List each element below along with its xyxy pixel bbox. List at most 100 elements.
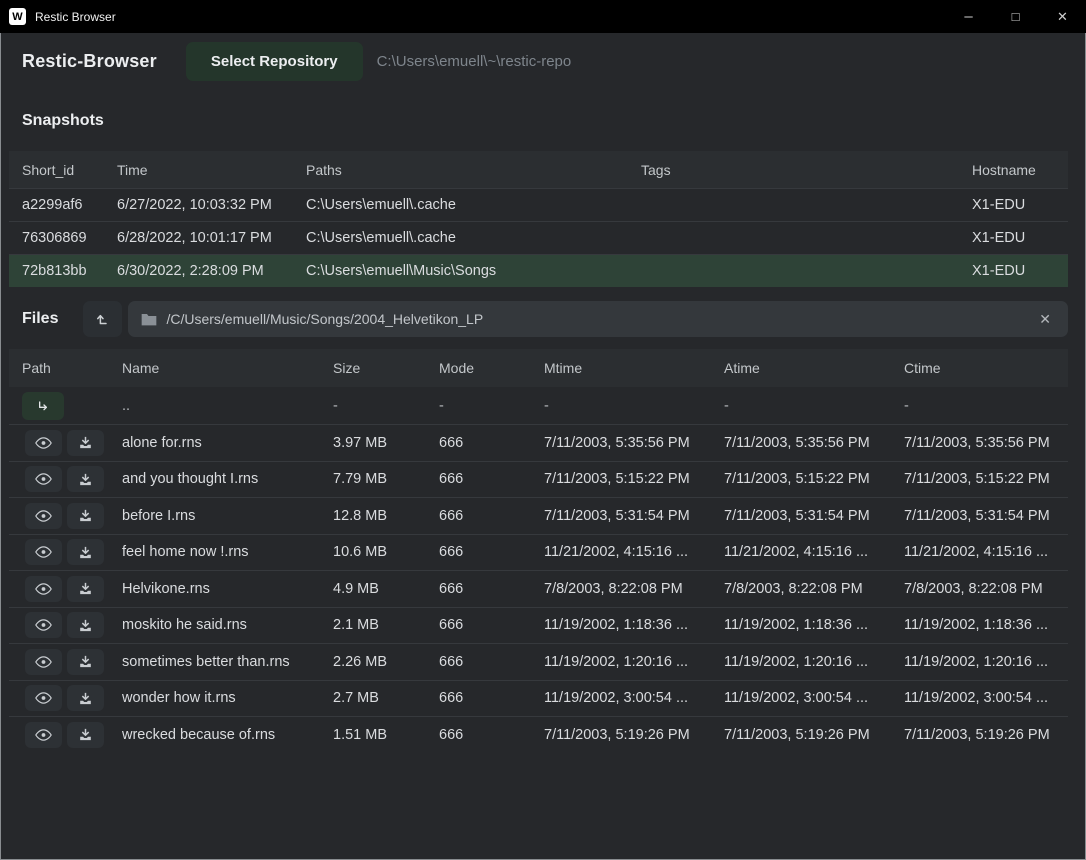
files-rows: alone for.rns 3.97 MB 666 7/11/2003, 5:3… — [9, 424, 1068, 753]
parent-dir-mode: - — [439, 398, 544, 414]
maximize-button[interactable]: □ — [992, 0, 1039, 33]
file-size: 12.8 MB — [333, 508, 439, 524]
download-icon — [78, 545, 93, 560]
file-atime: 7/8/2003, 8:22:08 PM — [724, 581, 904, 597]
parent-dir-ctime: - — [904, 398, 1068, 414]
snapshots-table: Short_id Time Paths Tags Hostname a2299a… — [9, 151, 1068, 287]
eye-icon — [34, 436, 53, 450]
file-size: 4.9 MB — [333, 581, 439, 597]
file-atime: 7/11/2003, 5:15:22 PM — [724, 471, 904, 487]
snapshots-rows: a2299af6 6/27/2022, 10:03:32 PM C:\Users… — [9, 188, 1068, 287]
app-icon: W — [9, 8, 26, 25]
download-file-button[interactable] — [67, 430, 104, 456]
snapshot-paths: C:\Users\emuell\Music\Songs — [306, 263, 641, 279]
file-atime: 7/11/2003, 5:31:54 PM — [724, 508, 904, 524]
column-header-mode: Mode — [439, 360, 544, 376]
file-mode: 666 — [439, 654, 544, 670]
go-parent-button[interactable] — [22, 392, 64, 420]
file-row: Helvikone.rns 4.9 MB 666 7/8/2003, 8:22:… — [9, 570, 1068, 607]
file-mtime: 7/8/2003, 8:22:08 PM — [544, 581, 724, 597]
file-row: alone for.rns 3.97 MB 666 7/11/2003, 5:3… — [9, 424, 1068, 461]
file-row: before I.rns 12.8 MB 666 7/11/2003, 5:31… — [9, 497, 1068, 534]
eye-icon — [34, 545, 53, 559]
folder-icon — [141, 312, 157, 326]
repository-path: C:\Users\emuell\~\restic-repo — [377, 53, 572, 70]
snapshot-short-id: 76306869 — [22, 230, 117, 246]
snapshot-row[interactable]: a2299af6 6/27/2022, 10:03:32 PM C:\Users… — [9, 188, 1068, 221]
file-mtime: 7/11/2003, 5:19:26 PM — [544, 727, 724, 743]
download-icon — [78, 581, 93, 596]
file-mode: 666 — [439, 508, 544, 524]
snapshots-title: Snapshots — [22, 112, 1064, 132]
app-header: Restic-Browser Select Repository C:\User… — [1, 33, 1085, 90]
file-ctime: 7/8/2003, 8:22:08 PM — [904, 581, 1068, 597]
snapshots-table-header: Short_id Time Paths Tags Hostname — [9, 151, 1068, 188]
select-repository-button[interactable]: Select Repository — [186, 42, 363, 81]
file-mode: 666 — [439, 471, 544, 487]
file-ctime: 7/11/2003, 5:15:22 PM — [904, 471, 1068, 487]
file-row: wonder how it.rns 2.7 MB 666 11/19/2002,… — [9, 680, 1068, 717]
download-file-button[interactable] — [67, 649, 104, 675]
clear-path-button[interactable]: ✕ — [1035, 309, 1055, 330]
minimize-button[interactable]: – — [945, 0, 992, 33]
close-button[interactable]: ✕ — [1039, 0, 1086, 33]
file-mtime: 7/11/2003, 5:15:22 PM — [544, 471, 724, 487]
parent-dir-size: - — [333, 398, 439, 414]
column-header-atime: Atime — [724, 360, 904, 376]
download-file-button[interactable] — [67, 503, 104, 529]
file-atime: 7/11/2003, 5:35:56 PM — [724, 435, 904, 451]
preview-file-button[interactable] — [25, 612, 62, 638]
snapshot-short-id: 72b813bb — [22, 263, 117, 279]
file-atime: 11/19/2002, 3:00:54 ... — [724, 690, 904, 706]
download-icon — [78, 691, 93, 706]
path-breadcrumb[interactable]: /C/Users/emuell/Music/Songs/2004_Helveti… — [128, 301, 1068, 337]
download-icon — [78, 435, 93, 450]
preview-file-button[interactable] — [25, 503, 62, 529]
file-atime: 7/11/2003, 5:19:26 PM — [724, 727, 904, 743]
file-mode: 666 — [439, 727, 544, 743]
snapshot-row[interactable]: 72b813bb 6/30/2022, 2:28:09 PM C:\Users\… — [9, 254, 1068, 287]
eye-icon — [34, 618, 53, 632]
current-path: /C/Users/emuell/Music/Songs/2004_Helveti… — [166, 311, 483, 327]
column-header-time: Time — [117, 162, 306, 178]
preview-file-button[interactable] — [25, 685, 62, 711]
file-size: 3.97 MB — [333, 435, 439, 451]
download-file-button[interactable] — [67, 576, 104, 602]
files-table-header: Path Name Size Mode Mtime Atime Ctime — [9, 349, 1068, 387]
preview-file-button[interactable] — [25, 430, 62, 456]
download-icon — [78, 618, 93, 633]
file-size: 1.51 MB — [333, 727, 439, 743]
file-mtime: 7/11/2003, 5:35:56 PM — [544, 435, 724, 451]
download-file-button[interactable] — [67, 722, 104, 748]
app-window: W Restic Browser – □ ✕ Restic-Browser Se… — [0, 0, 1086, 860]
path-up-button[interactable] — [83, 301, 122, 337]
titlebar: W Restic Browser – □ ✕ — [0, 0, 1086, 33]
file-row: wrecked because of.rns 1.51 MB 666 7/11/… — [9, 716, 1068, 753]
eye-icon — [34, 655, 53, 669]
preview-file-button[interactable] — [25, 722, 62, 748]
snapshot-hostname: X1-EDU — [972, 197, 1068, 213]
parent-dir-mtime: - — [544, 398, 724, 414]
preview-file-button[interactable] — [25, 576, 62, 602]
preview-file-button[interactable] — [25, 539, 62, 565]
snapshot-hostname: X1-EDU — [972, 263, 1068, 279]
file-name: and you thought I.rns — [122, 471, 333, 487]
download-file-button[interactable] — [67, 466, 104, 492]
file-atime: 11/19/2002, 1:20:16 ... — [724, 654, 904, 670]
preview-file-button[interactable] — [25, 466, 62, 492]
file-mode: 666 — [439, 617, 544, 633]
snapshot-row[interactable]: 76306869 6/28/2022, 10:01:17 PM C:\Users… — [9, 221, 1068, 254]
level-up-icon — [94, 310, 112, 328]
file-row: moskito he said.rns 2.1 MB 666 11/19/200… — [9, 607, 1068, 644]
file-name: moskito he said.rns — [122, 617, 333, 633]
eye-icon — [34, 691, 53, 705]
snapshot-time: 6/28/2022, 10:01:17 PM — [117, 230, 306, 246]
preview-file-button[interactable] — [25, 649, 62, 675]
file-ctime: 7/11/2003, 5:19:26 PM — [904, 727, 1068, 743]
file-name: wrecked because of.rns — [122, 727, 333, 743]
download-file-button[interactable] — [67, 539, 104, 565]
snapshot-hostname: X1-EDU — [972, 230, 1068, 246]
download-file-button[interactable] — [67, 685, 104, 711]
download-file-button[interactable] — [67, 612, 104, 638]
file-ctime: 7/11/2003, 5:35:56 PM — [904, 435, 1068, 451]
